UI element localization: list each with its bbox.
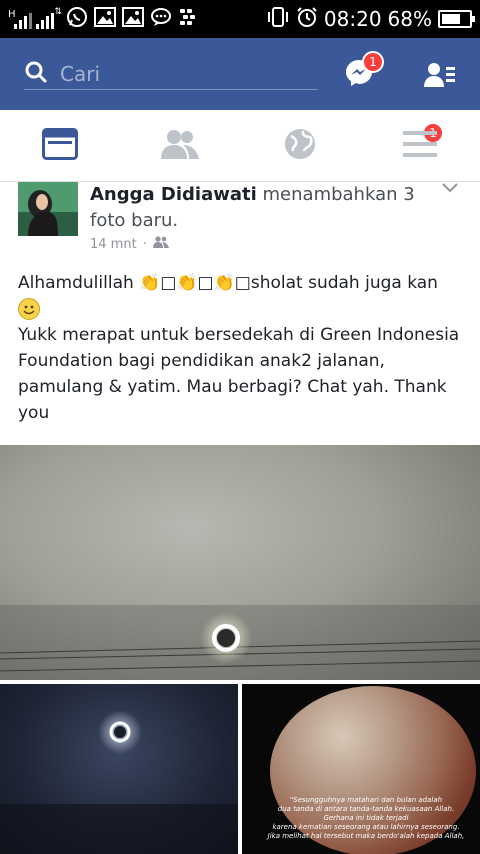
bbm-icon [178,7,198,31]
post-header: Angga Didiawati menambahkan 3 foto baru.… [0,182,480,252]
whatsapp-icon [66,6,88,32]
tab-notifications[interactable]: 1 [240,110,444,181]
caption-line: Gerhana ini tidak terjadi [323,814,409,822]
feed-icon [42,127,78,164]
tab-friends[interactable] [120,110,240,181]
signal-icon: ⇅ [36,7,62,29]
top-bar: 1 [0,38,480,110]
avatar[interactable] [18,182,78,236]
post-photo[interactable] [0,684,238,854]
tab-menu[interactable] [360,110,480,181]
clock-time: 08:20 [323,7,382,31]
status-right-icons: 08:20 68% [266,6,475,32]
post-action-cont: foto baru. [90,210,179,231]
post-photo[interactable]: "Sesungguhnya matahari dan bulan adalah … [242,684,480,854]
status-left-icons: H ⇅ [8,6,266,32]
caption-line: "Sesungguhnya matahari dan bulan adalah [289,796,443,804]
feed-post: Angga Didiawati menambahkan 3 foto baru.… [0,182,480,854]
friends-icon [161,129,199,163]
image-icon [122,7,144,31]
smile-emoji [18,296,468,322]
alarm-icon [296,6,318,32]
status-bar: H ⇅ 08:20 68% [0,0,480,38]
image-caption: "Sesungguhnya matahari dan bulan adalah … [262,796,470,841]
post-text-body: Yukk merapat untuk bersedekah di Green I… [18,325,460,423]
post-time[interactable]: 14 mnt [90,237,137,252]
friends-icon [152,236,169,252]
meta-separator: · [142,236,147,252]
author-name[interactable]: Angga Didiawati [90,184,257,205]
friend-requests-icon[interactable] [424,62,456,92]
battery-icon [438,10,475,28]
post-photo[interactable] [0,445,480,680]
battery-percent: 68% [387,7,432,31]
caption-line: karena kematian seseorang atau lahirnya … [272,823,460,831]
search-input[interactable] [60,62,300,86]
post-meta: 14 mnt · [90,236,169,252]
smile-icon [18,298,40,320]
chevron-down-icon[interactable] [442,178,458,197]
post-text: Alhamdulillah 👏□👏□👏□sholat sudah juga ka… [18,270,468,426]
tab-news-feed[interactable] [0,110,120,181]
tab-bar: 1 [0,110,480,182]
chat-icon [150,7,172,31]
caption-line: dua tanda di antara tanda-tanda kekuasaa… [277,805,455,813]
menu-icon [403,130,437,162]
post-action: menambahkan 3 [256,184,415,205]
image-icon [94,7,116,31]
post-author-line: Angga Didiawati menambahkan 3 foto baru. [90,182,430,234]
search-bar[interactable] [24,52,318,96]
globe-icon [283,127,317,165]
search-icon[interactable] [24,60,48,88]
caption-line: Jika melihat hal tersebut maka berdo'ala… [267,832,465,840]
vibrate-icon [266,6,290,32]
messenger-badge: 1 [362,51,384,73]
signal-icon: H [8,9,32,29]
post-text-line: Alhamdulillah 👏□👏□👏□sholat sudah juga ka… [18,273,438,293]
